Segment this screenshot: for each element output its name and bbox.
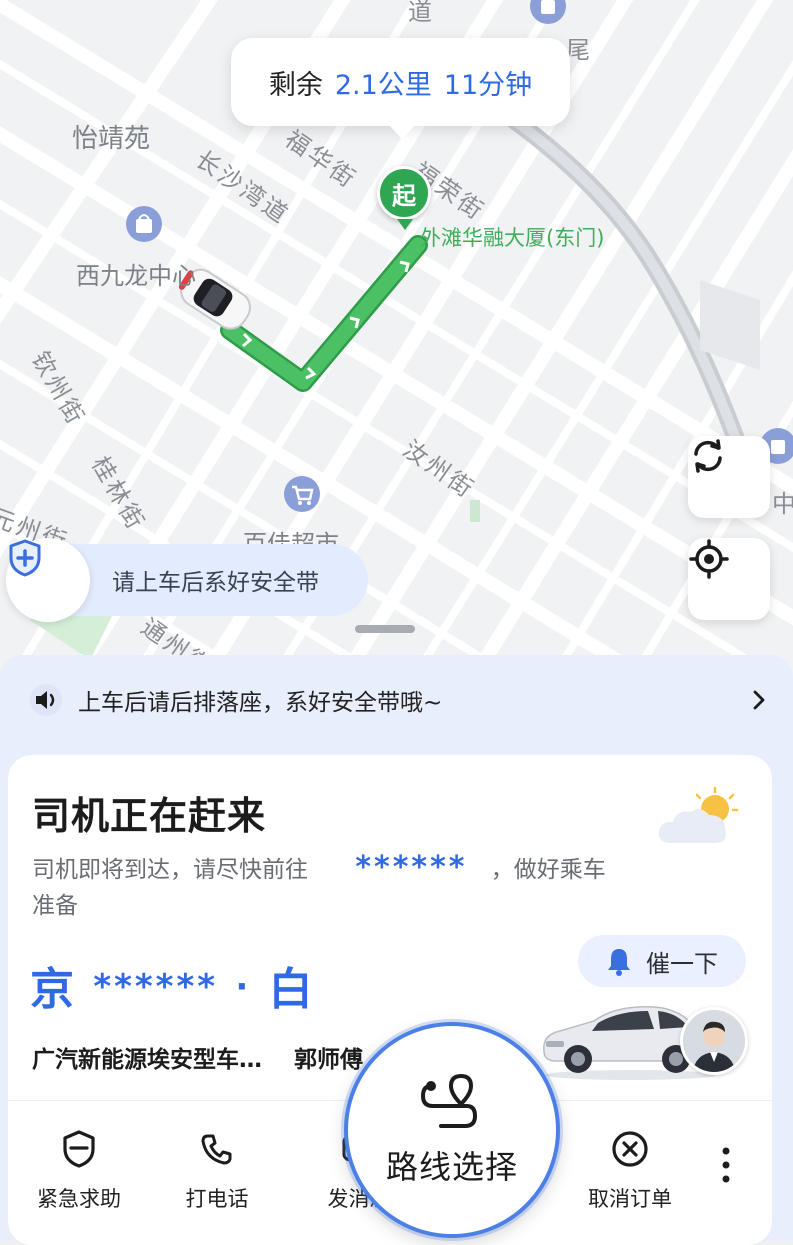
route-select-label: 路线选择 (385, 1148, 518, 1186)
shield-plus-icon (9, 539, 41, 577)
hurry-label: 催一下 (646, 949, 718, 978)
safety-shield-badge (6, 538, 90, 622)
call-button[interactable]: 打电话 (162, 1125, 272, 1213)
route-select-button[interactable]: 路线选择 (344, 1022, 560, 1238)
car-info: 广汽新能源埃安型车… 郭师傅 (32, 1040, 363, 1074)
action-label: 紧急求助 (37, 1187, 121, 1211)
seat-notice-text: 上车后请后排落座，系好安全带哦~ (78, 690, 443, 716)
status-title: 司机正在赶来 (32, 794, 267, 838)
mall-poi-icon (126, 206, 162, 242)
supermarket-poi-icon (284, 476, 320, 512)
poi-icon (530, 0, 566, 24)
driver-photo (683, 1010, 745, 1072)
plate-separator: · (235, 967, 252, 1007)
locate-icon (689, 539, 729, 579)
refresh-icon (694, 439, 722, 473)
more-options-icon[interactable] (716, 1145, 736, 1185)
shield-emergency-icon (63, 1130, 95, 1168)
map-label: 西九龙中心 (76, 262, 196, 290)
masked-location: ****** (355, 850, 468, 885)
cancel-circle-icon (612, 1131, 648, 1167)
subtitle-text: 司机即将到达，请尽快前往 (32, 857, 308, 883)
driver-name: 郭师傅 (294, 1047, 364, 1073)
plate-prefix: 京 (30, 964, 76, 1015)
bell-icon (608, 949, 630, 976)
locate-button[interactable] (688, 538, 770, 620)
emergency-button[interactable]: 紧急求助 (24, 1125, 134, 1213)
street-label: 中 (772, 490, 793, 518)
eta-duration: 11分钟 (443, 69, 533, 101)
eta-distance: 2.1公里 (334, 69, 432, 101)
map-label: 怡靖苑 (72, 124, 151, 154)
pickup-marker[interactable]: 起 (377, 166, 431, 230)
action-label: 打电话 (185, 1187, 249, 1211)
plate-masked: ****** (93, 967, 219, 1007)
chevron-right-icon (753, 690, 765, 710)
car-model: 广汽新能源埃安型车… (32, 1047, 262, 1073)
seat-notice-banner[interactable]: 上车后请后排落座，系好安全带哦~ (28, 675, 768, 725)
driver-avatar[interactable] (680, 1007, 748, 1075)
status-subtitle: 司机即将到达，请尽快前往 ****** ，做好乘车准备 (32, 850, 612, 924)
street-label: 道 (408, 0, 435, 26)
pickup-location-label: 外滩华融大厦(东门) (420, 226, 605, 250)
sheet-drag-handle[interactable] (355, 625, 415, 633)
action-label: 取消订单 (588, 1187, 672, 1211)
weather-sunny-cloud-icon (658, 786, 739, 843)
eta-bubble: 剩余 2.1公里 11分钟 (231, 38, 570, 139)
phone-icon (201, 1134, 232, 1165)
refresh-button[interactable] (688, 436, 770, 518)
license-plate: 京 ****** · 白 (30, 953, 315, 1017)
eta-prefix: 剩余 (268, 69, 323, 101)
hurry-button[interactable]: 催一下 (578, 935, 746, 987)
map-view[interactable]: 怡靖苑 西九龙中心 百佳超市 长沙湾道 福华街 福荣街 钦州街 桂林街 汝州街 … (0, 0, 793, 680)
speaker-icon (30, 684, 62, 716)
route-icon (420, 1073, 478, 1128)
safety-tip[interactable]: 请上车后系好安全带 (6, 538, 368, 622)
safety-tip-text: 请上车后系好安全带 (48, 544, 368, 616)
cancel-order-button[interactable]: 取消订单 (575, 1125, 685, 1213)
car-color: 白 (268, 964, 315, 1015)
street-label: 尾 (566, 36, 593, 64)
